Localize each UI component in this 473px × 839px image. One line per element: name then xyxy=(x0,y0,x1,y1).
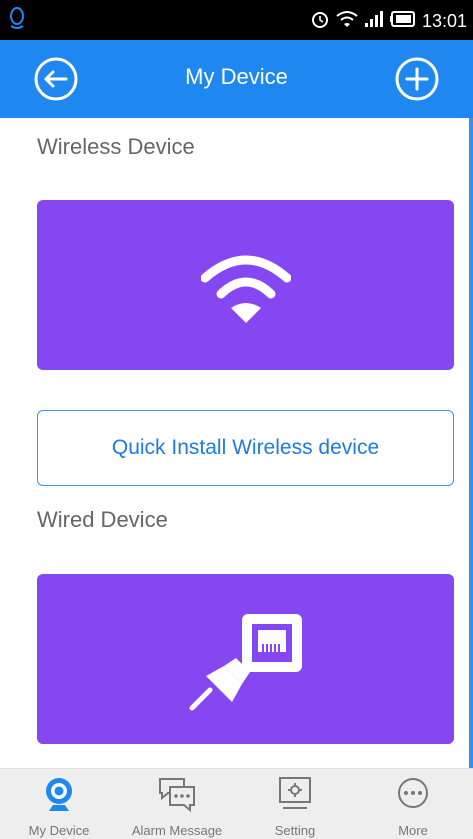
wireless-device-card[interactable] xyxy=(37,200,454,370)
alarm-clock-icon xyxy=(310,9,330,34)
scroll-edge xyxy=(469,118,473,768)
status-bar: 13:01 xyxy=(0,0,473,40)
add-device-button[interactable] xyxy=(394,56,440,102)
camera-icon xyxy=(46,778,72,811)
quick-install-button[interactable]: Quick Install Wireless device xyxy=(37,410,454,486)
ethernet-plug-icon xyxy=(189,614,302,711)
tab-my-device[interactable]: My Device xyxy=(0,769,118,839)
tab-label: More xyxy=(398,823,428,838)
wireless-section-title: Wireless Device xyxy=(37,134,195,159)
chat-bubbles-icon xyxy=(159,778,195,813)
wifi-icon xyxy=(200,255,291,323)
monitor-settings-icon xyxy=(279,777,311,809)
tab-alarm-message[interactable]: Alarm Message xyxy=(118,769,236,839)
more-dots-icon xyxy=(398,778,428,808)
battery-icon xyxy=(389,11,416,32)
signal-icon xyxy=(364,10,384,33)
tab-setting[interactable]: Setting xyxy=(236,769,354,839)
plus-circle-icon xyxy=(395,57,439,101)
app-notification-icon xyxy=(8,6,26,35)
wired-device-card[interactable] xyxy=(37,574,454,744)
app-header: My Device xyxy=(0,40,473,118)
status-time: 13:01 xyxy=(421,11,467,31)
tab-label: My Device xyxy=(28,823,90,838)
wifi-icon xyxy=(336,10,358,33)
wired-section-title: Wired Device xyxy=(37,507,168,532)
tab-label: Alarm Message xyxy=(131,823,223,838)
tab-more[interactable]: More xyxy=(354,769,472,839)
bottom-tab-bar: My Device Alarm Message Setting More xyxy=(0,768,473,839)
tab-label: Setting xyxy=(274,823,316,838)
